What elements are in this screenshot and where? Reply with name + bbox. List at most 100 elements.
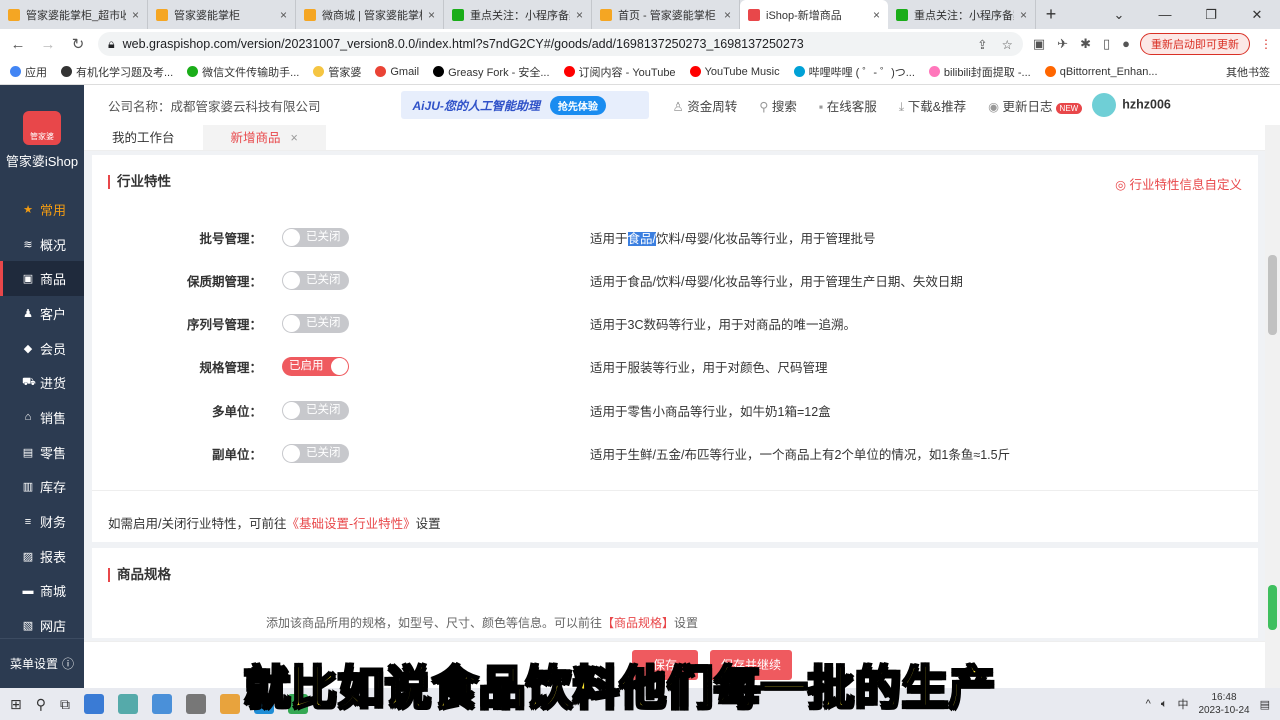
sidebar-item[interactable]: ▣ 商品	[0, 261, 84, 297]
bookmark-item[interactable]: 管家婆	[313, 64, 361, 80]
sidebar-item[interactable]: ≋ 概况	[0, 227, 84, 262]
page-tab[interactable]: 我的工作台	[84, 125, 203, 150]
sidepanel-icon[interactable]: ▯	[1103, 36, 1110, 52]
close-tab-icon[interactable]: ×	[724, 8, 731, 22]
help-icon[interactable]: ⓘ	[62, 655, 74, 672]
scrollbar-thumb[interactable]	[1268, 255, 1277, 335]
header-link[interactable]: ▪ 在线客服	[819, 96, 877, 115]
volume-icon[interactable]: 🔈︎	[1161, 698, 1168, 711]
sidebar-item[interactable]: ♟ 客户	[0, 296, 84, 331]
reload-icon[interactable]: ↻	[68, 35, 88, 53]
sidebar-item[interactable]: ⌂ 销售	[0, 400, 84, 435]
header-link[interactable]: ◉ 更新日志 NEW	[988, 96, 1083, 115]
bookmark-item[interactable]: 应用	[10, 64, 47, 80]
browser-tab[interactable]: 管家婆能掌柜_超市收 ×	[0, 0, 148, 29]
url-input[interactable]: 🔒︎ web.graspishop.com/version/20231007_v…	[98, 32, 1023, 56]
bookmark-item[interactable]: 微信文件传输助手...	[187, 64, 299, 80]
browser-tab[interactable]: 管家婆能掌柜 ×	[148, 0, 296, 29]
sidebar-item[interactable]: ▬ 商城	[0, 574, 84, 609]
save-button[interactable]: 保存	[632, 650, 698, 680]
close-tab-icon[interactable]: ×	[576, 8, 583, 22]
bookmark-label: Greasy Fork - 安全...	[448, 66, 550, 79]
windows-start-icon[interactable]: ⊞	[10, 696, 22, 713]
close-tab-icon[interactable]: ×	[132, 8, 139, 22]
bookmark-item[interactable]: bilibili封面提取 -...	[928, 64, 1031, 80]
browser-tab[interactable]: 微商城 | 管家婆能掌柜 ×	[296, 0, 444, 29]
bookmark-star-icon[interactable]: ☆	[1002, 37, 1013, 52]
close-tab-icon[interactable]: ×	[280, 8, 287, 22]
extension-icon[interactable]: ✈	[1057, 36, 1068, 52]
bookmark-item[interactable]: Gmail	[375, 66, 419, 78]
browser-tab[interactable]: 首页 - 管家婆能掌柜 ×	[592, 0, 740, 29]
browser-tab[interactable]: iShop-新增商品 ×	[740, 0, 888, 29]
close-tab-icon[interactable]: ×	[1020, 8, 1027, 22]
menu-settings-button[interactable]: 菜单设置 ⓘ	[0, 638, 84, 688]
new-tab-button[interactable]: +	[1036, 0, 1066, 29]
extension-icon[interactable]: ▣	[1033, 36, 1045, 52]
browser-tab[interactable]: 重点关注：小程序备案 ×	[888, 0, 1036, 29]
feature-toggle[interactable]: 已关闭	[282, 400, 349, 420]
user-menu[interactable]: hzhz006	[1092, 93, 1171, 117]
sidebar-item[interactable]: ◆ 会员	[0, 331, 84, 366]
bookmark-item[interactable]: 哔哩哔哩 ( ゜- ゜)つ...	[793, 64, 915, 80]
scrollbar[interactable]	[1265, 125, 1280, 688]
other-bookmarks[interactable]: 其他书签	[1226, 64, 1270, 80]
row-description: 适用于食品/饮料/母婴/化妆品等行业，用于管理批号	[590, 228, 875, 247]
clock[interactable]: 16:48 2023-10-24	[1198, 691, 1249, 717]
header-link[interactable]: ⤓ 下载&推荐	[899, 96, 966, 115]
sidebar-item[interactable]: ≡ 财务	[0, 504, 84, 539]
close-tab-icon[interactable]: ×	[873, 8, 880, 22]
bookmark-item[interactable]: 订阅内容 - YouTube	[563, 64, 676, 80]
close-window-button[interactable]: ✕	[1234, 0, 1280, 29]
close-tab-icon[interactable]: ×	[428, 8, 435, 22]
maximize-button[interactable]: ❐	[1188, 0, 1234, 29]
industry-settings-link[interactable]: 《基础设置-行业特性》	[286, 517, 415, 531]
header-link[interactable]: ⚲ 搜索	[759, 96, 797, 115]
spec-settings-link[interactable]: 【商品规格】	[602, 616, 674, 630]
feature-toggle[interactable]: 已关闭	[282, 444, 349, 463]
forward-icon[interactable]: →	[38, 36, 58, 53]
app-icon[interactable]	[84, 694, 104, 714]
close-tab-icon[interactable]: ×	[291, 131, 298, 145]
minimize-button[interactable]: —	[1142, 0, 1188, 29]
desc-text: 适用于零售小商品等行业，如牛奶1箱=12盒	[590, 404, 831, 419]
feature-toggle[interactable]: 已启用	[282, 357, 349, 377]
feature-toggle[interactable]: 已关闭	[282, 314, 349, 334]
notification-icon[interactable]: ▤	[1260, 698, 1270, 711]
sidebar-item[interactable]: ▨ 报表	[0, 539, 84, 574]
feature-toggle[interactable]: 已关闭	[282, 227, 349, 247]
chrome-icon[interactable]	[288, 694, 308, 714]
more-menu-icon[interactable]: ⋮	[1260, 37, 1272, 51]
sidebar-item[interactable]: ▤ 零售	[0, 435, 84, 470]
feature-toggle[interactable]: 已关闭	[282, 270, 349, 290]
page-tab[interactable]: 新增商品 ×	[202, 125, 326, 150]
bookmark-item[interactable]: 有机化学习题及考...	[61, 64, 173, 80]
ai-assistant-banner[interactable]: AiJU-您的人工智能助理 抢先体验	[400, 91, 649, 119]
tab-search-icon[interactable]: ⌄	[1096, 0, 1142, 29]
tray-arrow-icon[interactable]: ^	[1146, 698, 1151, 710]
share-icon[interactable]: ⇪	[977, 37, 987, 52]
profile-avatar[interactable]: ●	[1122, 36, 1130, 52]
customize-industry-link[interactable]: ◎ 行业特性信息自定义	[1115, 174, 1242, 193]
edge-icon[interactable]	[254, 694, 274, 714]
restart-update-button[interactable]: 重新启动即可更新	[1140, 33, 1250, 55]
sidebar-item[interactable]: ▥ 库存	[0, 470, 84, 505]
bookmark-item[interactable]: qBittorrent_Enhan...	[1044, 66, 1158, 78]
sidebar-item[interactable]: ⛟ 进货	[0, 365, 84, 400]
save-continue-button[interactable]: 保存并继续	[710, 650, 792, 680]
puzzle-icon[interactable]: ✱	[1080, 36, 1091, 52]
ime-indicator[interactable]: 中	[1177, 696, 1188, 712]
bookmark-item[interactable]: Greasy Fork - 安全...	[433, 64, 550, 80]
bookmark-item[interactable]: YouTube Music	[689, 66, 780, 78]
browser-tab[interactable]: 重点关注：小程序备案 ×	[444, 0, 592, 29]
search-icon[interactable]: ⚲	[36, 696, 46, 713]
app-icon[interactable]	[152, 694, 172, 714]
back-icon[interactable]: ←	[8, 36, 28, 53]
task-view-icon[interactable]: ⧉	[60, 696, 70, 713]
header-link[interactable]: ♙ 资金周转	[673, 96, 738, 115]
app-icon[interactable]	[220, 694, 240, 714]
sidebar-item[interactable]: ★ 常用	[0, 192, 84, 227]
ai-try-button[interactable]: 抢先体验	[549, 95, 606, 115]
app-icon[interactable]	[186, 694, 206, 714]
app-icon[interactable]	[118, 694, 138, 714]
